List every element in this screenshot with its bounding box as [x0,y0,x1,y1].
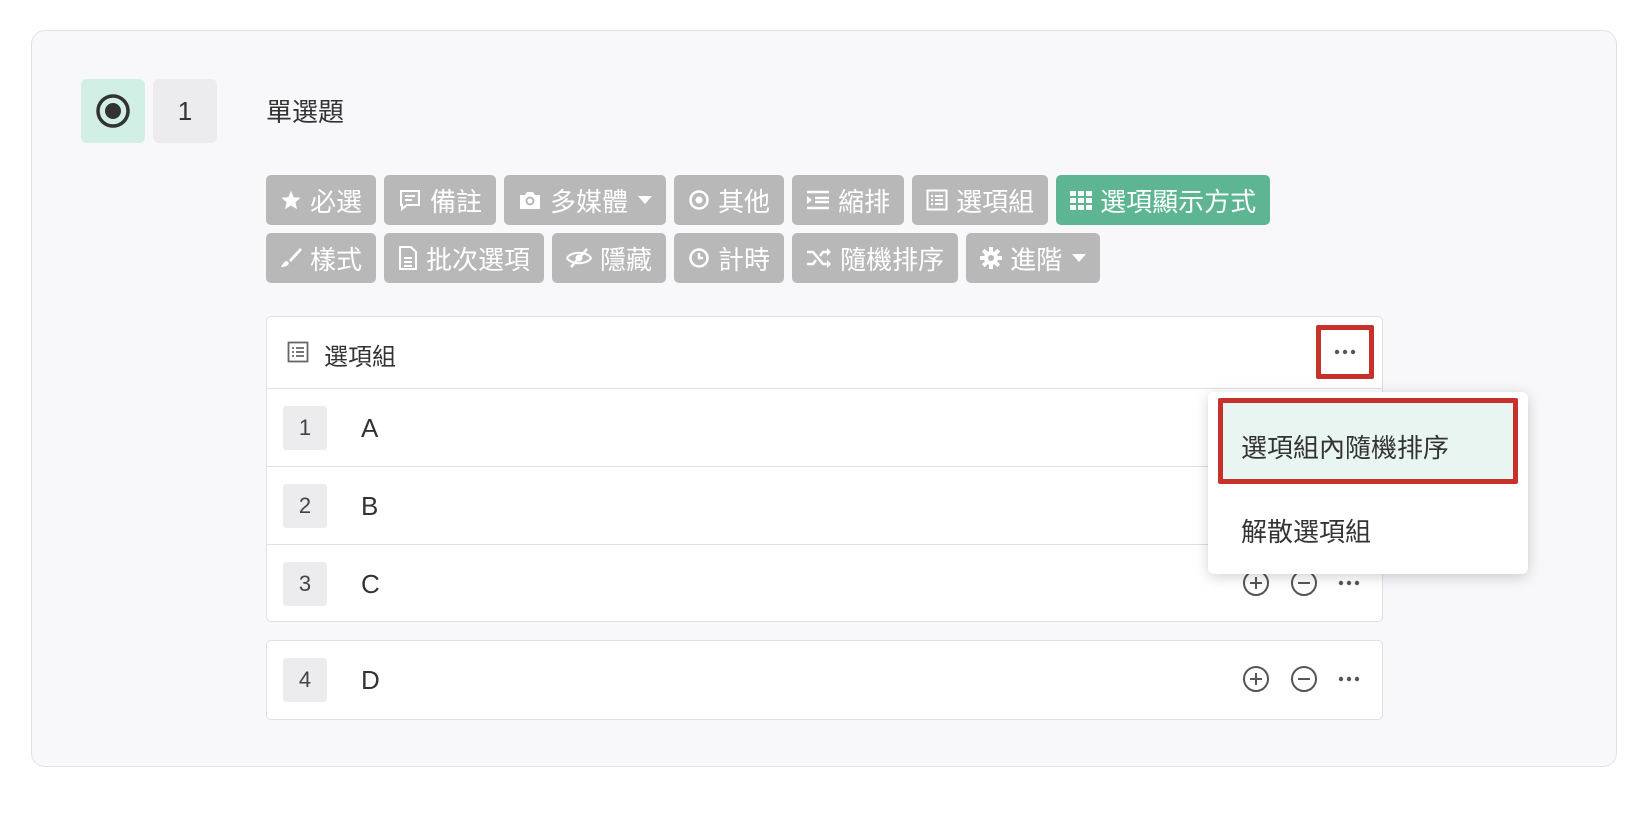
shuffle-label: 隨機排序 [840,244,945,275]
more-horizontal-icon [1334,349,1356,355]
advanced-label: 進階 [1010,244,1063,275]
note-button[interactable]: 備註 [384,175,497,225]
shuffle-button[interactable]: 隨機排序 [792,233,959,283]
target-icon [689,190,709,210]
shuffle-icon [807,248,832,268]
more-horizontal-icon[interactable] [1338,580,1360,586]
menu-item-ungroup[interactable]: 解散選項組 [1208,502,1528,562]
option-group-label: 選項組 [956,186,1035,217]
question-title[interactable]: 單選題 [266,92,344,129]
option-group-title: 選項組 [324,344,396,371]
other-button[interactable]: 其他 [674,175,785,225]
other-label: 其他 [718,186,771,217]
timer-button[interactable]: 計時 [674,233,785,283]
chevron-down-icon [638,196,653,204]
remove-circle-icon[interactable] [1290,665,1318,693]
hide-button[interactable]: 隱藏 [552,233,667,283]
toolbar-row-2: 樣式 批次選項 隱藏 計時 隨機排序 進階 [266,233,1101,283]
file-icon [399,246,418,270]
note-label: 備註 [430,186,483,217]
batch-options-label: 批次選項 [426,244,531,275]
hide-label: 隱藏 [600,244,653,275]
toolbar-row-1: 必選 備註 多媒體 其他 縮排 選項組 選項顯示方式 [266,175,1271,225]
option-actions [1242,665,1360,693]
media-label: 多媒體 [550,186,629,217]
menu-item-randomize-within-group[interactable]: 選項組內隨機排序 [1218,398,1518,484]
star-icon [281,190,301,210]
option-text[interactable]: B [361,491,378,522]
option-group-menu: 選項組內隨機排序 解散選項組 [1208,392,1528,574]
option-number: 1 [283,406,327,450]
radio-icon [96,94,130,128]
batch-options-button[interactable]: 批次選項 [384,233,545,283]
grid-icon [1070,191,1093,210]
option-display-label: 選項顯示方式 [1100,186,1257,217]
option-row: 4 D [266,640,1383,720]
advanced-button[interactable]: 進階 [966,233,1101,283]
eye-slash-icon [566,248,593,268]
camera-icon [520,192,541,209]
style-button[interactable]: 樣式 [266,233,377,283]
chevron-down-icon [1072,254,1087,262]
question-type-badge[interactable] [81,79,145,143]
menu-item-label: 選項組內隨機排序 [1241,433,1450,463]
indent-icon [807,190,830,210]
option-number: 2 [283,484,327,528]
option-text[interactable]: D [361,665,380,696]
option-text[interactable]: C [361,569,380,600]
list-icon [926,189,948,211]
clock-icon [689,248,709,268]
timer-label: 計時 [718,244,771,275]
required-label: 必選 [310,186,363,217]
more-horizontal-icon[interactable] [1338,676,1360,682]
style-label: 樣式 [310,244,363,275]
option-display-button[interactable]: 選項顯示方式 [1056,175,1271,225]
comment-icon [400,190,421,212]
gear-icon [980,247,1003,269]
list-icon [287,341,309,363]
option-number: 4 [283,658,327,702]
option-group-more-button[interactable] [1316,325,1374,379]
add-circle-icon[interactable] [1242,665,1270,693]
indent-button[interactable]: 縮排 [792,175,905,225]
option-text[interactable]: A [361,413,378,444]
question-number: 1 [153,79,217,143]
menu-item-label: 解散選項組 [1241,517,1372,547]
option-number: 3 [283,562,327,606]
option-group-button[interactable]: 選項組 [912,175,1049,225]
indent-label: 縮排 [838,186,891,217]
brush-icon [281,248,302,267]
required-button[interactable]: 必選 [266,175,377,225]
media-button[interactable]: 多媒體 [504,175,667,225]
option-group-header: 選項組 [267,317,1382,389]
